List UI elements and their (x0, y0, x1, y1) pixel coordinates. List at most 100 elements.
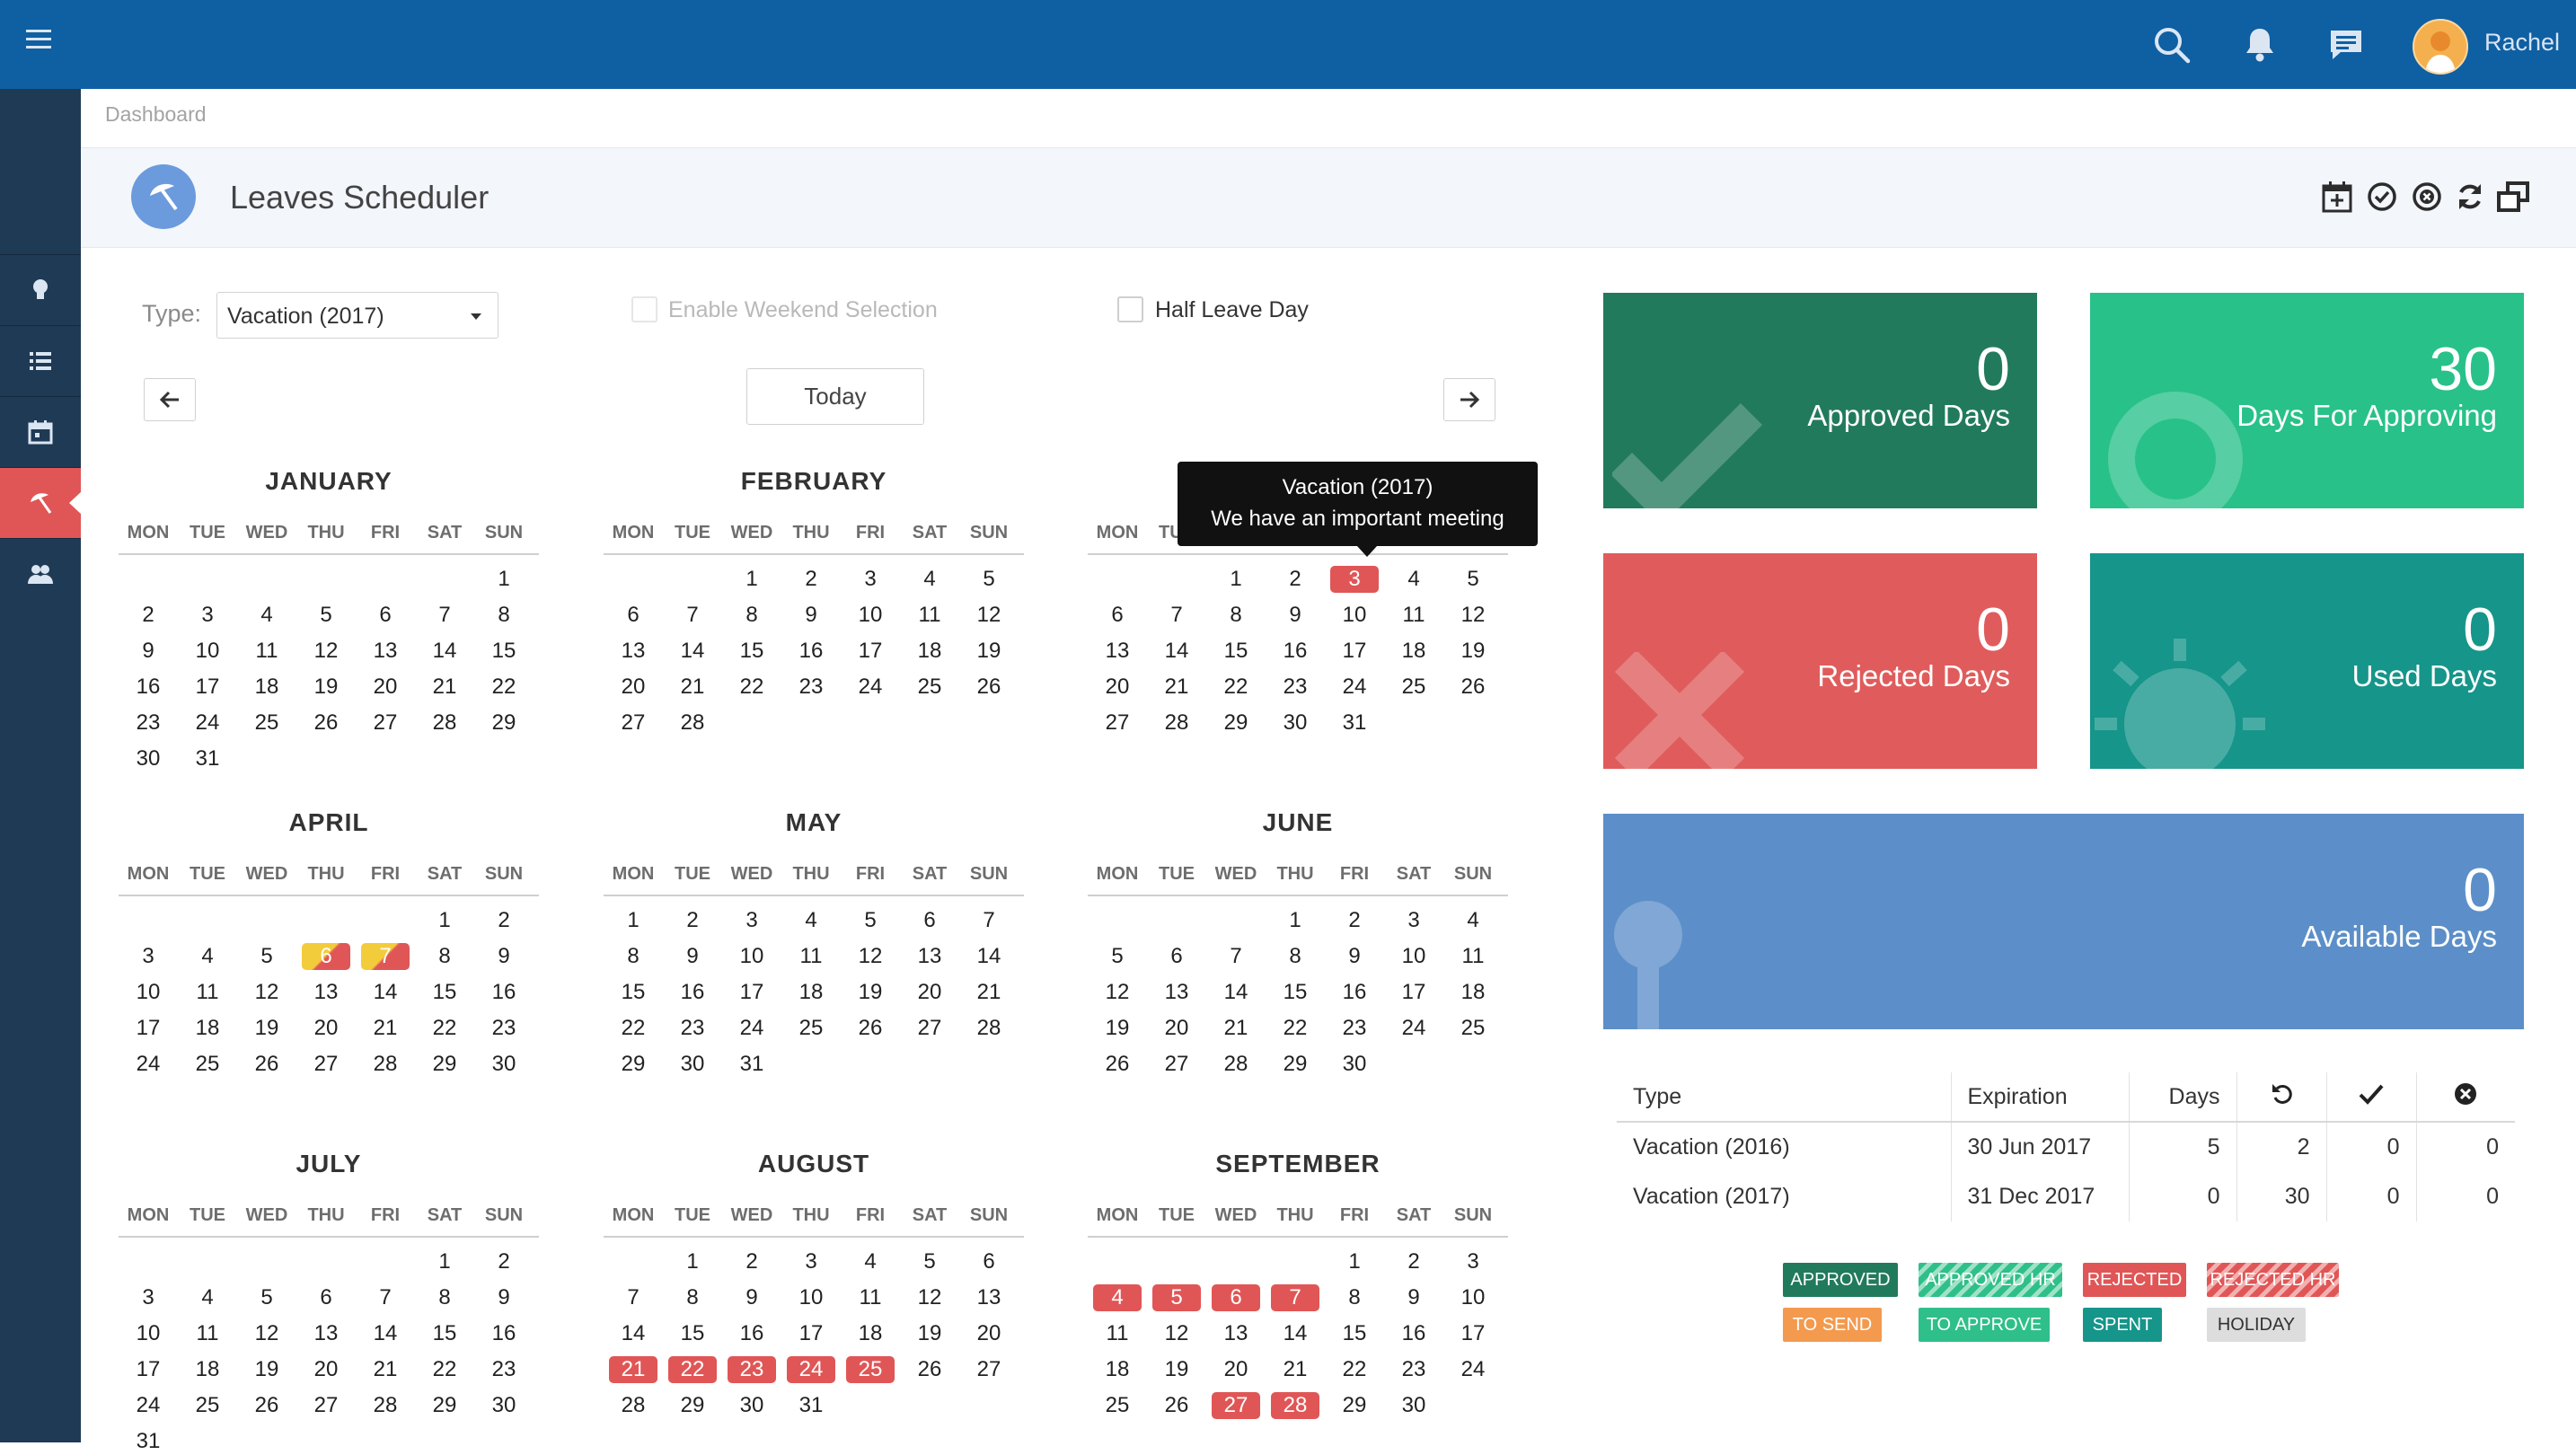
calendar-day[interactable]: 24 (1389, 1015, 1438, 1042)
calendar-day[interactable]: 22 (420, 1356, 469, 1383)
calendar-day[interactable]: 12 (302, 638, 350, 665)
calendar-day[interactable]: 12 (1152, 1320, 1201, 1347)
today-button[interactable]: Today (746, 368, 924, 425)
calendar-day[interactable]: 11 (846, 1284, 895, 1311)
calendar-day[interactable]: 17 (124, 1356, 172, 1383)
calendar-day[interactable]: 18 (846, 1320, 895, 1347)
calendar-day[interactable]: 3 (1449, 1248, 1497, 1275)
calendar-day[interactable]: 9 (1271, 602, 1319, 629)
calendar-day[interactable]: 23 (787, 674, 835, 701)
calendar-day[interactable]: 28 (668, 710, 717, 736)
calendar-day[interactable]: 29 (668, 1392, 717, 1419)
calendar-day[interactable]: 8 (668, 1284, 717, 1311)
calendar-day[interactable]: 28 (361, 1051, 410, 1078)
calendar-day[interactable]: 15 (668, 1320, 717, 1347)
calendar-day[interactable]: 25 (905, 674, 954, 701)
calendar-day[interactable]: 19 (302, 674, 350, 701)
calendar-day[interactable]: 22 (1330, 1356, 1379, 1383)
calendar-day[interactable]: 20 (609, 674, 657, 701)
calendar-day[interactable]: 15 (1330, 1320, 1379, 1347)
calendar-day[interactable]: 24 (846, 674, 895, 701)
type-select[interactable]: Vacation (2017) (216, 292, 498, 339)
calendar-day[interactable]: 27 (361, 710, 410, 736)
calendar-day[interactable]: 29 (1212, 710, 1260, 736)
calendar-day[interactable]: 7 (1212, 943, 1260, 970)
calendar-day[interactable]: 2 (480, 1248, 528, 1275)
calendar-day[interactable]: 10 (1389, 943, 1438, 970)
calendar-day[interactable]: 2 (668, 907, 717, 934)
calendar-day[interactable]: 5 (243, 1284, 291, 1311)
calendar-day[interactable]: 13 (1212, 1320, 1260, 1347)
calendar-day[interactable]: 27 (905, 1015, 954, 1042)
calendar-day[interactable]: 15 (480, 638, 528, 665)
calendar-day[interactable]: 26 (846, 1015, 895, 1042)
calendar-day[interactable]: 1 (420, 1248, 469, 1275)
calendar-day[interactable]: 17 (124, 1015, 172, 1042)
calendar-day[interactable]: 2 (1271, 566, 1319, 593)
calendar-day[interactable]: 19 (243, 1015, 291, 1042)
calendar-day[interactable]: 27 (965, 1356, 1013, 1383)
calendar-day[interactable]: 10 (183, 638, 232, 665)
calendar-day[interactable]: 12 (965, 602, 1013, 629)
calendar-day[interactable]: 4 (1389, 566, 1438, 593)
calendar-day[interactable]: 1 (420, 907, 469, 934)
weekend-selection-checkbox[interactable] (631, 296, 657, 322)
calendar-day[interactable]: 22 (420, 1015, 469, 1042)
calendar-day[interactable]: 19 (1152, 1356, 1201, 1383)
calendar-day[interactable]: 15 (609, 979, 657, 1006)
calendar-day[interactable]: 12 (846, 943, 895, 970)
calendar-day[interactable]: 4 (183, 943, 232, 970)
calendar-day[interactable]: 6 (965, 1248, 1013, 1275)
calendar-day[interactable]: 6 (302, 943, 350, 970)
calendar-day[interactable]: 10 (1449, 1284, 1497, 1311)
calendar-day[interactable]: 2 (124, 602, 172, 629)
calendar-day[interactable]: 7 (1271, 1284, 1319, 1311)
calendar-day[interactable]: 8 (420, 1284, 469, 1311)
calendar-day[interactable]: 27 (1093, 710, 1142, 736)
calendar-day[interactable]: 3 (124, 1284, 172, 1311)
calendar-day[interactable]: 15 (728, 638, 776, 665)
calendar-day[interactable]: 28 (361, 1392, 410, 1419)
calendar-day[interactable]: 3 (728, 907, 776, 934)
avatar[interactable] (2413, 19, 2468, 75)
calendar-day[interactable]: 13 (905, 943, 954, 970)
calendar-day[interactable]: 8 (1271, 943, 1319, 970)
calendar-day[interactable]: 13 (1152, 979, 1201, 1006)
sidebar-item-list[interactable] (0, 325, 81, 396)
calendar-day[interactable]: 5 (1093, 943, 1142, 970)
calendar-day[interactable]: 29 (480, 710, 528, 736)
calendar-day[interactable]: 29 (1271, 1051, 1319, 1078)
calendar-day[interactable]: 21 (965, 979, 1013, 1006)
calendar-day[interactable]: 25 (183, 1051, 232, 1078)
calendar-day[interactable]: 6 (1152, 943, 1201, 970)
calendar-day[interactable]: 18 (787, 979, 835, 1006)
calendar-day[interactable]: 9 (1389, 1284, 1438, 1311)
calendar-day[interactable]: 30 (480, 1051, 528, 1078)
calendar-day[interactable]: 14 (1271, 1320, 1319, 1347)
calendar-day[interactable]: 17 (1330, 638, 1379, 665)
calendar-day[interactable]: 24 (1330, 674, 1379, 701)
calendar-day[interactable]: 31 (728, 1051, 776, 1078)
user-name[interactable]: Rachel (2484, 29, 2560, 57)
calendar-day[interactable]: 23 (728, 1356, 776, 1383)
calendar-day[interactable]: 9 (124, 638, 172, 665)
calendar-day[interactable]: 25 (1449, 1015, 1497, 1042)
calendar-day[interactable]: 2 (1389, 1248, 1438, 1275)
calendar-day[interactable]: 5 (243, 943, 291, 970)
bell-icon[interactable] (2238, 23, 2281, 66)
calendar-day[interactable]: 15 (1271, 979, 1319, 1006)
calendar-day[interactable]: 14 (361, 1320, 410, 1347)
calendar-day[interactable]: 4 (243, 602, 291, 629)
calendar-day[interactable]: 6 (361, 602, 410, 629)
calendar-day[interactable]: 8 (1330, 1284, 1379, 1311)
calendar-day[interactable]: 14 (965, 943, 1013, 970)
calendar-day[interactable]: 26 (965, 674, 1013, 701)
calendar-day[interactable]: 12 (243, 979, 291, 1006)
calendar-day[interactable]: 1 (1330, 1248, 1379, 1275)
calendar-day[interactable]: 24 (124, 1392, 172, 1419)
calendar-day[interactable]: 10 (846, 602, 895, 629)
calendar-day[interactable]: 17 (1389, 979, 1438, 1006)
calendar-day[interactable]: 31 (124, 1428, 172, 1455)
calendar-day[interactable]: 5 (965, 566, 1013, 593)
calendar-day[interactable]: 16 (480, 979, 528, 1006)
